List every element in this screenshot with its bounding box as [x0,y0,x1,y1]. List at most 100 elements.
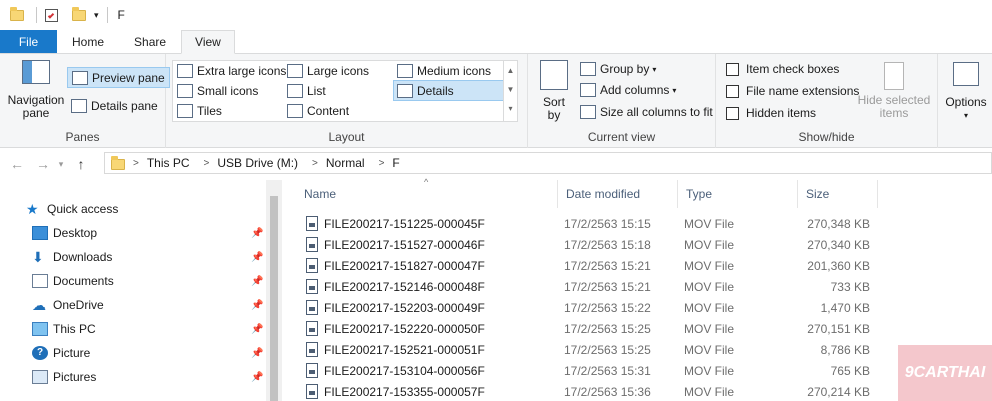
nav-item-quick-access[interactable]: ★ Quick access [0,197,268,221]
separator [106,7,108,23]
pin-icon[interactable]: 📌 [251,300,263,311]
layout-details[interactable]: Details [393,80,504,101]
hide-selected-items-button[interactable]: Hide selected items [856,62,932,120]
group-by-button[interactable]: Group by ▾ [580,62,656,76]
nav-item-pictures[interactable]: Pictures 📌 [0,365,268,389]
table-row[interactable]: FILE200217-152146-000048F 17/2/2563 15:2… [296,276,896,297]
breadcrumb-this-pc[interactable]: This PC [147,156,190,170]
add-columns-label: Add columns [600,83,670,97]
window-title: F [117,8,125,22]
table-row[interactable]: FILE200217-152203-000049F 17/2/2563 15:2… [296,297,896,318]
scrollbar-thumb[interactable] [270,196,278,401]
address-bar[interactable]: > This PC > USB Drive (M:) > Normal > F [104,152,992,174]
pin-icon[interactable]: 📌 [251,324,263,335]
current-view-group: Sort by Group by ▾ Add columns ▾ Size al… [528,54,716,148]
layout-large-icons[interactable]: Large icons [287,64,369,78]
layout-option-label: Medium icons [417,64,492,78]
ribbon: Navigation pane Preview pane Details pan… [0,54,992,148]
hidden-items-toggle[interactable]: Hidden items [726,106,816,120]
breadcrumb-normal[interactable]: Normal [326,156,365,170]
pin-icon[interactable]: 📌 [251,372,263,383]
table-row[interactable]: FILE200217-151225-000045F 17/2/2563 15:1… [296,213,896,234]
medium-icons-icon [397,64,413,78]
video-file-icon [306,216,318,231]
layout-extra-large-icons[interactable]: Extra large icons [177,64,286,78]
back-arrow-icon[interactable]: ← [6,156,28,172]
options-button[interactable]: Options ▾ [942,62,990,122]
table-row[interactable]: FILE200217-153355-000057F 17/2/2563 15:3… [296,381,896,401]
table-row[interactable]: FILE200217-151827-000047F 17/2/2563 15:2… [296,255,896,276]
nav-item-picture[interactable]: ? Picture 📌 [0,341,268,365]
list-icon [287,84,303,98]
add-columns-button[interactable]: Add columns ▾ [580,83,676,97]
pin-icon[interactable]: 📌 [251,252,263,263]
column-header-name[interactable]: Name [296,180,558,208]
tab-share[interactable]: Share [119,30,181,53]
column-header-size[interactable]: Size [798,180,878,208]
sort-icon [540,60,568,90]
file-type: MOV File [684,342,735,357]
file-name-extensions-toggle[interactable]: File name extensions [726,84,859,98]
tab-file[interactable]: File [0,30,57,53]
details-pane-button[interactable]: Details pane [71,96,158,116]
layout-content[interactable]: Content [287,104,349,118]
table-row[interactable]: FILE200217-153104-000056F 17/2/2563 15:3… [296,360,896,381]
table-row[interactable]: FILE200217-151527-000046F 17/2/2563 15:1… [296,234,896,255]
table-row[interactable]: FILE200217-152220-000050F 17/2/2563 15:2… [296,318,896,339]
chevron-right-icon[interactable]: > [379,158,385,169]
recent-locations-icon[interactable]: ▾ [54,159,68,170]
checkbox[interactable] [726,62,739,76]
hide-selected-label: Hide selected items [857,93,931,120]
pin-icon[interactable]: 📌 [251,348,263,359]
sort-by-button[interactable]: Sort by [536,60,572,122]
nav-item-downloads[interactable]: ⬇ Downloads 📌 [0,245,268,269]
navigation-pane-icon [22,60,50,84]
checkbox[interactable] [726,106,739,120]
size-all-columns-label: Size all columns to fit [600,105,713,119]
nav-item-documents[interactable]: Documents 📌 [0,269,268,293]
folder-icon [10,6,24,21]
pin-icon[interactable]: 📌 [251,228,263,239]
preview-pane-button[interactable]: Preview pane [67,67,170,88]
file-name: FILE200217-153104-000056F [324,363,485,378]
table-row[interactable]: FILE200217-152521-000051F 17/2/2563 15:2… [296,339,896,360]
tab-home[interactable]: Home [57,30,119,53]
nav-item-this-pc[interactable]: This PC 📌 [0,317,268,341]
nav-item-onedrive[interactable]: ☁ OneDrive 📌 [0,293,268,317]
layout-medium-icons[interactable]: Medium icons [397,64,491,78]
column-header-date-modified[interactable]: Date modified [558,180,678,208]
tab-view[interactable]: View [181,30,235,54]
breadcrumb-f[interactable]: F [392,156,399,170]
chevron-right-icon[interactable]: > [312,158,318,169]
chevron-right-icon[interactable]: > [204,158,210,169]
properties-icon[interactable] [45,8,58,22]
up-arrow-icon[interactable]: ↑ [70,156,92,172]
column-header-type[interactable]: Type [678,180,798,208]
video-file-icon [306,300,318,315]
checkbox[interactable] [726,84,739,98]
layout-tiles[interactable]: Tiles [177,104,222,118]
chevron-down-icon: ▾ [652,64,657,74]
navigation-pane-button[interactable]: Navigation pane [6,60,66,120]
show-hide-group-label: Show/hide [798,130,855,144]
nav-item-desktop[interactable]: Desktop 📌 [0,221,268,245]
file-size: 1,470 KB [820,300,870,315]
size-all-columns-button[interactable]: Size all columns to fit [580,105,713,119]
forward-arrow-icon[interactable]: → [32,156,54,172]
item-check-boxes-toggle[interactable]: Item check boxes [726,62,839,76]
layout-list[interactable]: List [287,84,326,98]
file-type: MOV File [684,237,735,252]
new-folder-icon[interactable] [72,6,86,21]
desktop-icon [32,226,48,240]
pin-icon[interactable]: 📌 [251,276,263,287]
navigation-pane-scrollbar[interactable] [266,180,282,401]
chevron-right-icon[interactable]: > [133,158,139,169]
file-size: 8,786 KB [820,342,870,357]
layout-option-label: Tiles [197,104,222,118]
customize-quick-access-icon[interactable]: ▾ [94,10,99,21]
file-date: 17/2/2563 15:18 [564,237,651,252]
file-name: FILE200217-151527-000046F [324,237,485,252]
breadcrumb-usb-drive[interactable]: USB Drive (M:) [217,156,298,170]
layout-gallery-scroll[interactable]: ▲ ▼ ▾ [503,61,517,121]
layout-small-icons[interactable]: Small icons [177,84,258,98]
